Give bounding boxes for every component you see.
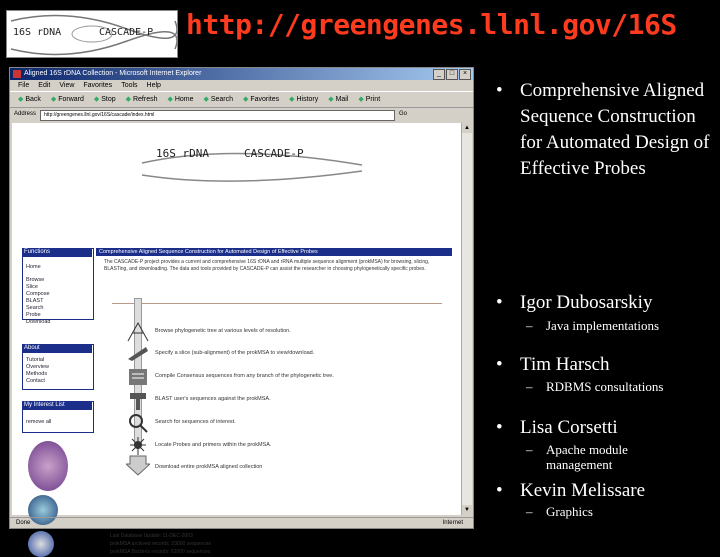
- sub-bullet-text: Java implementations: [546, 318, 660, 333]
- knife-icon[interactable]: [126, 343, 150, 365]
- menu-view[interactable]: View: [59, 80, 74, 91]
- feature-blast[interactable]: BLAST user's sequences against the prokM…: [155, 396, 271, 402]
- logo-right-text: CASCADE-P: [99, 27, 154, 38]
- slide-logo: 16S rDNA CASCADE-P: [6, 10, 178, 58]
- dash-marker: –: [526, 318, 533, 333]
- remove-all-link[interactable]: remove all: [26, 419, 51, 425]
- ie-icon: [13, 70, 21, 78]
- hammer-icon[interactable]: [126, 389, 150, 411]
- home-button[interactable]: Home: [167, 92, 194, 107]
- slide-title: http://greengenes.llnl.gov/16S: [186, 8, 677, 41]
- page-logo-right: CASCADE-P: [244, 147, 304, 160]
- menu-edit[interactable]: Edit: [38, 80, 50, 91]
- menu-help[interactable]: Help: [147, 80, 161, 91]
- status-text: Done: [16, 520, 31, 526]
- main-heading: Comprehensive Aligned Sequence Construct…: [96, 248, 452, 256]
- address-label: Address: [14, 111, 37, 117]
- stop-button[interactable]: Stop: [94, 92, 115, 107]
- browser-toolbar: Back Forward Stop Refresh Home Search Fa…: [10, 91, 473, 108]
- web-page: 16S rDNA CASCADE-P Functions Home Browse…: [12, 123, 461, 557]
- dash-marker: –: [526, 379, 533, 394]
- bullet-text: Lisa Corsetti: [520, 417, 618, 438]
- doe-seal-icon: [28, 441, 68, 491]
- close-button[interactable]: ×: [459, 69, 471, 80]
- page-logo: 16S rDNA CASCADE-P: [132, 145, 372, 185]
- music-sheet-icon[interactable]: [126, 366, 150, 388]
- feature-slice[interactable]: Specify a slice (sub-alignment) of the p…: [155, 350, 314, 356]
- favorites-button[interactable]: Favorites: [243, 92, 279, 107]
- sidebar-item-search[interactable]: Search: [26, 305, 43, 311]
- sidebar-item-methods[interactable]: Methods: [26, 371, 47, 377]
- forward-button[interactable]: Forward: [51, 92, 84, 107]
- menu-bar: File Edit View Favorites Tools Help: [10, 80, 473, 91]
- vertical-scrollbar[interactable]: ▲ ▼: [461, 123, 472, 515]
- feature-search[interactable]: Search for sequences of interest.: [155, 419, 236, 425]
- status-bar: Done Internet: [10, 517, 473, 528]
- page-logo-left: 16S rDNA: [156, 147, 209, 160]
- sidebar-item-blast[interactable]: BLAST: [26, 298, 43, 304]
- go-button[interactable]: Go: [399, 108, 407, 121]
- window-titlebar: Aligned 16S rDNA Collection - Microsoft …: [10, 68, 473, 80]
- zone-text: Internet: [442, 520, 463, 526]
- mail-button[interactable]: Mail: [328, 92, 349, 107]
- divider: [112, 303, 442, 304]
- bullet-dot: •: [496, 417, 503, 438]
- bullet-dot: •: [496, 480, 503, 501]
- interest-heading: My Interest List: [22, 401, 92, 410]
- scroll-up-icon[interactable]: ▲: [462, 123, 472, 133]
- bullet-text: Tim Harsch: [520, 354, 610, 375]
- sub-bullet-text: RDBMS consultations: [546, 379, 664, 394]
- sidebar-item-compose[interactable]: Compose: [26, 291, 50, 297]
- bullet-text: Comprehensive Aligned Sequence Construct…: [520, 80, 710, 179]
- bullet-dot: •: [496, 80, 503, 101]
- feature-probe[interactable]: Locate Probes and primers within the pro…: [155, 442, 271, 448]
- functions-heading: Functions: [22, 248, 92, 257]
- stats-line: Last Database Update: 11-DEC-2003: [110, 533, 193, 539]
- sidebar-item-tutorial[interactable]: Tutorial: [26, 357, 44, 363]
- logo-left-text: 16S rDNA: [13, 27, 62, 38]
- scroll-down-icon[interactable]: ▼: [462, 505, 472, 515]
- sidebar-item-home[interactable]: Home: [26, 264, 41, 270]
- about-heading: About: [22, 344, 92, 353]
- menu-favorites[interactable]: Favorites: [83, 80, 112, 91]
- sidebar-item-browse[interactable]: Browse: [26, 277, 44, 283]
- stats-line: prokMSA archived records: 23000 sequence…: [110, 541, 211, 547]
- sub-bullet-text: Graphics: [546, 504, 593, 519]
- sidebar-item-download[interactable]: Download: [26, 319, 50, 325]
- stats-line: prokMSA Bacteria records: 62000 sequence…: [110, 549, 211, 555]
- bullet-text: Igor Dubosarskiy: [520, 292, 653, 313]
- history-button[interactable]: History: [289, 92, 318, 107]
- feature-browse[interactable]: Browse phylogenetic tree at various leve…: [155, 328, 291, 334]
- magnifier-icon[interactable]: [126, 412, 150, 434]
- feature-download[interactable]: Download entire prokMSA aligned collecti…: [155, 464, 262, 470]
- refresh-button[interactable]: Refresh: [126, 92, 158, 107]
- sidebar-item-probe[interactable]: Probe: [26, 312, 41, 318]
- print-button[interactable]: Print: [358, 92, 380, 107]
- back-button[interactable]: Back: [18, 92, 41, 107]
- menu-tools[interactable]: Tools: [121, 80, 137, 91]
- sub-bullet-text: Apache module management: [546, 442, 628, 472]
- intro-text: The CASCADE-P project provides a current…: [104, 259, 430, 272]
- dash-marker: –: [526, 442, 533, 457]
- bullet-dot: •: [496, 354, 503, 375]
- search-button[interactable]: Search: [204, 92, 233, 107]
- address-input[interactable]: http://greengenes.llnl.gov/16S/cascade/i…: [40, 110, 396, 121]
- download-arrow-icon[interactable]: [126, 454, 150, 476]
- energy-seal-icon: [28, 531, 54, 557]
- minimize-button[interactable]: _: [433, 69, 445, 80]
- maximize-button[interactable]: □: [446, 69, 458, 80]
- bullet-text: Kevin Melissare: [520, 480, 646, 501]
- browser-window: Aligned 16S rDNA Collection - Microsoft …: [9, 67, 474, 557]
- window-title: Aligned 16S rDNA Collection - Microsoft …: [24, 70, 202, 77]
- sidebar-item-slice[interactable]: Slice: [26, 284, 38, 290]
- tree-icon[interactable]: [126, 321, 150, 343]
- bullet-dot: •: [496, 292, 503, 313]
- dash-marker: –: [526, 504, 533, 519]
- feature-compose[interactable]: Compile Consensus sequences from any bra…: [155, 373, 334, 379]
- menu-file[interactable]: File: [18, 80, 29, 91]
- sidebar-item-contact[interactable]: Contact: [26, 378, 45, 384]
- address-bar: Address http://greengenes.llnl.gov/16S/c…: [10, 108, 473, 121]
- sidebar-item-overview[interactable]: Overview: [26, 364, 49, 370]
